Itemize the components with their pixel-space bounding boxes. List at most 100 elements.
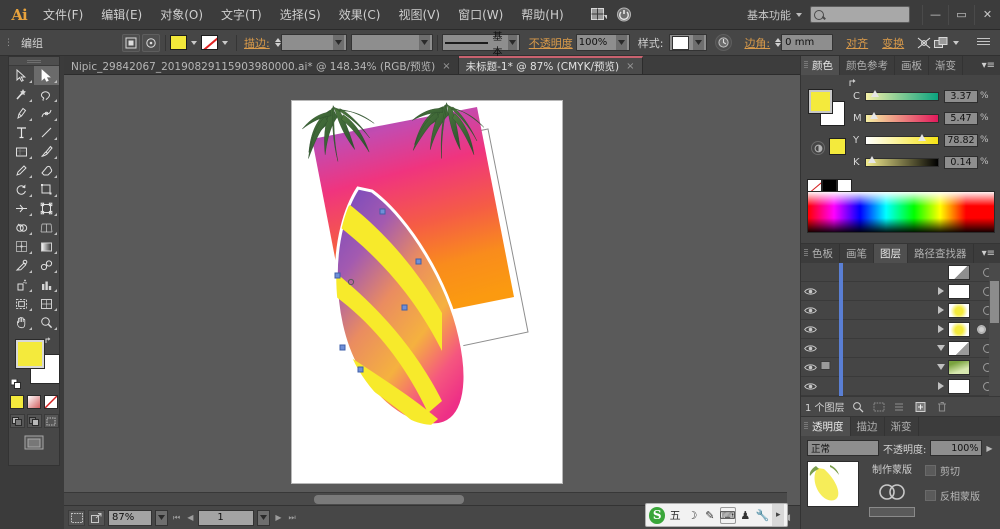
locate-object-icon[interactable] (851, 399, 866, 414)
make-mask-button[interactable]: 制作蒙版 (872, 461, 912, 476)
blend-mode-select[interactable]: 正常 (807, 440, 879, 456)
chevron-right-icon[interactable]: ▶ (986, 444, 992, 453)
make-clipping-mask-icon[interactable] (872, 399, 887, 414)
canvas-area[interactable] (64, 75, 800, 505)
table-row[interactable] (801, 338, 1000, 358)
chevron-down-icon[interactable] (508, 35, 517, 50)
visibility-toggle[interactable] (801, 325, 820, 334)
document-setup-icon[interactable] (715, 34, 733, 51)
visibility-toggle[interactable] (801, 306, 820, 315)
slider-value-m[interactable]: 5.47 (944, 111, 978, 125)
menu-select[interactable]: 选择(S) (271, 2, 330, 27)
document-tab-2[interactable]: 未标题-1* @ 87% (CMYK/预览) × (458, 56, 643, 74)
gradient-tool[interactable] (34, 237, 59, 256)
table-row[interactable] (801, 262, 1000, 282)
slider-track-k[interactable] (865, 155, 939, 167)
table-row[interactable] (801, 357, 1000, 377)
control-bar-menu-icon[interactable] (977, 36, 996, 49)
expand-toggle[interactable] (934, 325, 948, 333)
tab-transparency[interactable]: 透明度 (801, 417, 851, 436)
zoom-level-dropdown[interactable] (155, 509, 168, 526)
tab-artboards[interactable]: 画板 (895, 56, 929, 75)
lasso-tool[interactable] (34, 85, 59, 104)
default-fill-stroke-icon[interactable] (10, 378, 22, 390)
color-fill-button[interactable] (10, 395, 24, 409)
slider-value-k[interactable]: 0.14 (944, 155, 978, 169)
ime-input-mode-icon[interactable]: 五 (667, 507, 682, 524)
chevron-down-icon[interactable] (953, 40, 960, 45)
perspective-grid-tool[interactable] (34, 218, 59, 237)
clip-checkbox[interactable] (925, 465, 936, 476)
arrange-objects-control[interactable] (934, 36, 963, 49)
color-slider-c[interactable]: C 3.37 % (853, 89, 999, 103)
corner-radius-field[interactable]: 0 mm (781, 34, 834, 51)
visibility-toggle[interactable] (801, 382, 820, 391)
slider-thumb-m[interactable] (870, 111, 878, 119)
align-button[interactable]: 对齐 (843, 35, 871, 51)
chevron-down-icon[interactable] (332, 35, 344, 50)
next-artboard-icon[interactable]: ▶ (273, 513, 283, 522)
stroke-color-control[interactable] (201, 35, 232, 50)
maximize-button[interactable]: ▭ (948, 4, 974, 25)
layers-scrollbar[interactable] (989, 263, 1000, 396)
slider-track-m[interactable] (865, 111, 939, 123)
gradient-fill-button[interactable] (27, 395, 41, 409)
none-fill-button[interactable] (44, 395, 58, 409)
slider-track-c[interactable] (865, 89, 939, 101)
tab-brushes[interactable]: 画笔 (840, 244, 874, 263)
artboard-navigation-icon[interactable] (68, 509, 85, 526)
scale-tool[interactable] (34, 180, 59, 199)
artboard-dropdown[interactable] (257, 509, 271, 526)
mask-slider[interactable] (869, 507, 915, 517)
chevron-down-icon[interactable] (796, 12, 802, 17)
direct-selection-tool[interactable] (34, 66, 59, 85)
table-row[interactable] (801, 319, 1000, 339)
workspace-selector[interactable]: 基本功能 (742, 7, 796, 23)
first-artboard-icon[interactable]: ⏮ (171, 513, 182, 523)
chevron-down-icon[interactable] (615, 35, 627, 50)
pen-tool[interactable] (9, 104, 34, 123)
edit-clipping-path-icon[interactable] (142, 33, 160, 52)
arrange-documents-icon[interactable] (587, 4, 611, 26)
ime-user-icon[interactable]: ♟ (738, 507, 753, 524)
tab-stroke[interactable]: 描边 (850, 417, 885, 436)
tab-color[interactable]: 颜色 (801, 56, 840, 75)
color-panel-menu-icon[interactable]: ▾≡ (977, 56, 1000, 75)
expand-toggle[interactable] (934, 345, 948, 351)
magic-wand-tool[interactable] (9, 85, 34, 104)
swap-fill-stroke-icon[interactable] (45, 336, 55, 346)
draw-normal-button[interactable] (9, 414, 25, 428)
draw-behind-button[interactable] (26, 414, 42, 428)
search-input[interactable] (810, 6, 910, 23)
tab-color-guide[interactable]: 颜色参考 (840, 56, 895, 75)
ime-keyboard-icon[interactable]: ⌨ (719, 506, 736, 524)
stroke-swatch[interactable] (201, 35, 218, 50)
stroke-profile-select[interactable]: 基本 (441, 32, 520, 58)
clip-checkbox-row[interactable]: 剪切 (925, 463, 980, 478)
table-row[interactable] (801, 376, 1000, 396)
blend-tool[interactable] (34, 256, 59, 275)
pencil-tool[interactable] (9, 161, 34, 180)
invert-mask-checkbox[interactable] (925, 490, 936, 501)
menu-effect[interactable]: 效果(C) (330, 2, 390, 27)
fill-color-control[interactable] (170, 35, 201, 50)
transparency-panel-menu-icon[interactable] (990, 417, 1000, 436)
transparency-artwork-thumbnail[interactable] (807, 461, 859, 507)
expand-toggle[interactable] (934, 287, 948, 295)
bridge-icon[interactable] (613, 4, 637, 26)
expand-toggle[interactable] (934, 306, 948, 314)
slice-tool[interactable] (34, 294, 59, 313)
minimize-button[interactable]: — (922, 4, 948, 25)
ime-pen-icon[interactable]: ✎ (702, 507, 717, 524)
layers-panel-menu-icon[interactable]: ▾≡ (977, 244, 1000, 263)
menu-window[interactable]: 窗口(W) (449, 2, 512, 27)
ime-expand-icon[interactable]: ▸ (772, 504, 784, 526)
symbol-sprayer-tool[interactable] (9, 275, 34, 294)
share-icon[interactable] (88, 509, 105, 526)
tab-layers[interactable]: 图层 (874, 244, 908, 263)
paintbrush-tool[interactable] (34, 142, 59, 161)
chevron-down-icon[interactable] (222, 40, 228, 45)
close-icon[interactable]: × (626, 61, 634, 72)
slider-value-c[interactable]: 3.37 (944, 89, 978, 103)
hand-tool[interactable] (9, 313, 34, 332)
